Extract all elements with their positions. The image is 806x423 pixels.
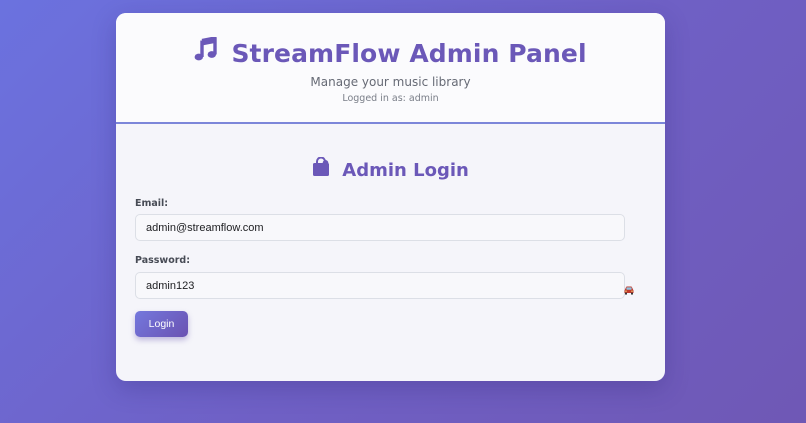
logged-in-status: Logged in as: admin — [342, 93, 439, 104]
music-note-icon — [194, 35, 218, 65]
page-title: StreamFlow Admin Panel — [231, 39, 587, 68]
password-field[interactable] — [135, 272, 625, 299]
login-button[interactable]: Login — [135, 311, 188, 337]
admin-card: StreamFlow Admin Panel Manage your music… — [116, 13, 665, 381]
page-header: StreamFlow Admin Panel Manage your music… — [116, 13, 665, 124]
password-label: Password: — [135, 255, 191, 266]
page-title-row: StreamFlow Admin Panel — [116, 35, 665, 68]
page-subtitle: Manage your music library — [310, 75, 471, 89]
shopping-bag-icon — [312, 156, 330, 180]
email-field[interactable] — [135, 214, 625, 241]
car-icon[interactable] — [623, 281, 635, 295]
login-title: Admin Login — [342, 160, 469, 181]
login-title-row: Admin Login — [116, 156, 665, 182]
email-label: Email: — [135, 198, 169, 209]
